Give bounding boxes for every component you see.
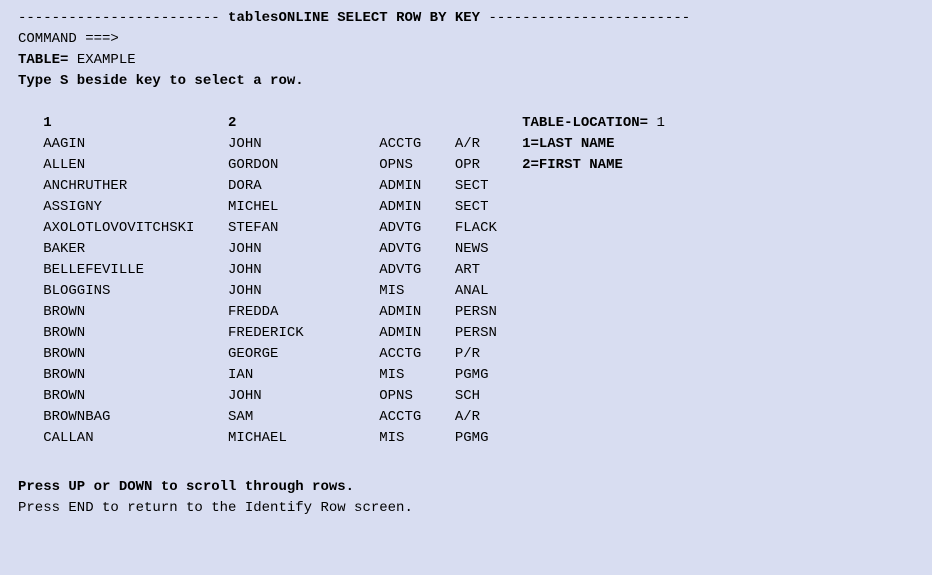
cell-job: SECT [455,197,522,218]
cell-first-name: IAN [228,365,379,386]
cell-last-name: AAGIN [43,134,228,155]
cell-last-name: BROWN [43,344,228,365]
cell-first-name: SAM [228,407,379,428]
cell-first-name: JOHN [228,134,379,155]
cell-job: FLACK [455,218,522,239]
cell-first-name: JOHN [228,386,379,407]
type-instruction: Type S beside key to select a row. [18,71,914,92]
cell-job: ANAL [455,281,522,302]
cell-job: PERSN [455,323,522,344]
cell-first-name: STEFAN [228,218,379,239]
cell-last-name: ASSIGNY [43,197,228,218]
table-row[interactable]: ALLENGORDONOPNSOPR2=FIRST NAME [18,155,914,176]
table-label: TABLE= [18,52,68,68]
cell-job: SECT [455,176,522,197]
cell-last-name: ALLEN [43,155,228,176]
command-label: COMMAND ===> [18,31,119,47]
cell-first-name: DORA [228,176,379,197]
cell-job: ART [455,260,522,281]
cell-dept: MIS [379,428,455,449]
column-header-row: 12TABLE-LOCATION= 1 [18,113,914,134]
cell-dept: OPNS [379,386,455,407]
cell-last-name: BAKER [43,239,228,260]
table-row[interactable]: BROWNGEORGEACCTGP/R [18,344,914,365]
cell-first-name: JOHN [228,281,379,302]
cell-job: A/R [455,134,522,155]
cell-last-name: BELLEFEVILLE [43,260,228,281]
table-value: EXAMPLE [68,52,135,68]
cell-dept: MIS [379,365,455,386]
table-row[interactable]: BROWNIANMISPGMG [18,365,914,386]
cell-last-name: BROWN [43,365,228,386]
title-dash-left: ------------------------ [18,10,228,26]
cell-dept: MIS [379,281,455,302]
cell-last-name: CALLAN [43,428,228,449]
table-line: TABLE= EXAMPLE [18,50,914,71]
table-row[interactable]: CALLANMICHAELMISPGMG [18,428,914,449]
cell-last-name: BROWN [43,302,228,323]
cell-first-name: MICHAEL [228,428,379,449]
cell-job: A/R [455,407,522,428]
cell-dept: ADMIN [379,197,455,218]
table-row[interactable]: ANCHRUTHERDORAADMINSECT [18,176,914,197]
cell-job: P/R [455,344,522,365]
cell-last-name: BROWNBAG [43,407,228,428]
table-row[interactable]: BELLEFEVILLEJOHNADVTGART [18,260,914,281]
table-row[interactable]: AXOLOTLOVOVITCHSKISTEFANADVTGFLACK [18,218,914,239]
title-dash-right: ------------------------ [480,10,690,26]
title-text: tablesONLINE SELECT ROW BY KEY [228,10,480,26]
cell-dept: ADMIN [379,302,455,323]
key-legend-2: 2=FIRST NAME [522,155,623,176]
cell-first-name: FREDDA [228,302,379,323]
table-row[interactable]: ASSIGNYMICHELADMINSECT [18,197,914,218]
cell-last-name: BLOGGINS [43,281,228,302]
table-row[interactable]: BROWNFREDERICKADMINPERSN [18,323,914,344]
table-row[interactable]: AAGINJOHNACCTGA/R1=LAST NAME [18,134,914,155]
return-hint: Press END to return to the Identify Row … [18,498,914,519]
table-location-value: 1 [648,115,665,131]
cell-job: OPR [455,155,522,176]
table-row[interactable]: BAKERJOHNADVTGNEWS [18,239,914,260]
cell-dept: ACCTG [379,407,455,428]
cell-job: PERSN [455,302,522,323]
cell-first-name: GEORGE [228,344,379,365]
cell-dept: ACCTG [379,134,455,155]
col1-header: 1 [43,113,228,134]
cell-first-name: JOHN [228,239,379,260]
cell-first-name: JOHN [228,260,379,281]
cell-dept: OPNS [379,155,455,176]
cell-last-name: BROWN [43,323,228,344]
col2-header: 2 [228,113,379,134]
cell-job: NEWS [455,239,522,260]
cell-first-name: FREDERICK [228,323,379,344]
table-row[interactable]: BROWNBAGSAMACCTGA/R [18,407,914,428]
scroll-hint: Press UP or DOWN to scroll through rows. [18,477,914,498]
cell-dept: ADMIN [379,323,455,344]
table-location-label: TABLE-LOCATION= [522,115,648,131]
table-rows: AAGINJOHNACCTGA/R1=LAST NAMEALLENGORDONO… [18,134,914,449]
cell-dept: ADVTG [379,218,455,239]
table-row[interactable]: BROWNJOHNOPNSSCH [18,386,914,407]
cell-job: PGMG [455,365,522,386]
cell-first-name: GORDON [228,155,379,176]
cell-last-name: ANCHRUTHER [43,176,228,197]
table-row[interactable]: BLOGGINSJOHNMISANAL [18,281,914,302]
key-legend-1: 1=LAST NAME [522,134,614,155]
cell-job: SCH [455,386,522,407]
title-line: ------------------------ tablesONLINE SE… [18,8,914,29]
cell-dept: ACCTG [379,344,455,365]
cell-dept: ADMIN [379,176,455,197]
cell-last-name: BROWN [43,386,228,407]
cell-dept: ADVTG [379,239,455,260]
command-line[interactable]: COMMAND ===> [18,29,914,50]
cell-job: PGMG [455,428,522,449]
cell-last-name: AXOLOTLOVOVITCHSKI [43,218,228,239]
cell-dept: ADVTG [379,260,455,281]
table-row[interactable]: BROWNFREDDAADMINPERSN [18,302,914,323]
cell-first-name: MICHEL [228,197,379,218]
